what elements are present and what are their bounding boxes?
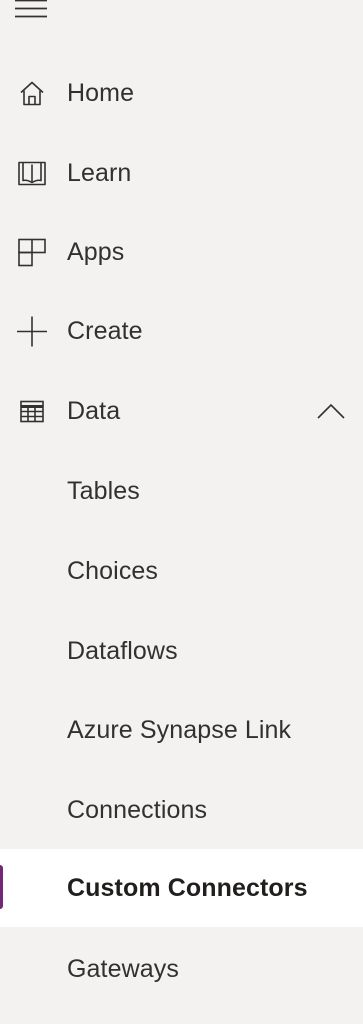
nav-subitem-tables[interactable]: Tables (0, 460, 363, 522)
book-icon (15, 157, 48, 190)
plus-icon (15, 315, 48, 348)
nav-subitem-label: Tables (67, 477, 140, 505)
hamburger-menu-icon (15, 0, 47, 18)
nav-subitem-gateways[interactable]: Gateways (0, 938, 363, 1000)
chevron-up-icon[interactable] (313, 396, 349, 426)
nav-item-label: Create (67, 317, 143, 345)
apps-icon (15, 236, 48, 269)
nav-item-label: Learn (67, 159, 132, 187)
nav-item-home[interactable]: Home (0, 62, 363, 124)
nav-subitem-azure-synapse-link[interactable]: Azure Synapse Link (0, 699, 363, 761)
hamburger-menu-button[interactable] (14, 0, 48, 26)
nav-item-apps[interactable]: Apps (0, 221, 363, 283)
nav-subitem-label: Choices (67, 557, 159, 585)
nav-item-label: Data (67, 397, 121, 425)
nav-item-data[interactable]: Data (0, 380, 363, 442)
selected-indicator (0, 865, 3, 909)
left-navigation: Home Learn Apps Create Data Tables Choic… (0, 0, 363, 1024)
nav-subitem-connections[interactable]: Connections (0, 779, 363, 841)
nav-subitem-choices[interactable]: Choices (0, 540, 363, 602)
nav-subitem-label: Custom Connectors (67, 874, 308, 902)
nav-item-create[interactable]: Create (0, 300, 363, 362)
table-icon (15, 395, 48, 428)
nav-subitem-label: Dataflows (67, 637, 178, 665)
nav-item-label: Home (67, 79, 135, 107)
home-icon (15, 77, 48, 110)
nav-item-label: Apps (67, 238, 125, 266)
nav-item-learn[interactable]: Learn (0, 142, 363, 204)
nav-subitem-label: Connections (67, 796, 208, 824)
nav-subitem-custom-connectors[interactable]: Custom Connectors (0, 849, 363, 927)
nav-subitem-label: Azure Synapse Link (67, 716, 292, 744)
nav-subitem-label: Gateways (67, 955, 179, 983)
nav-subitem-dataflows[interactable]: Dataflows (0, 620, 363, 682)
